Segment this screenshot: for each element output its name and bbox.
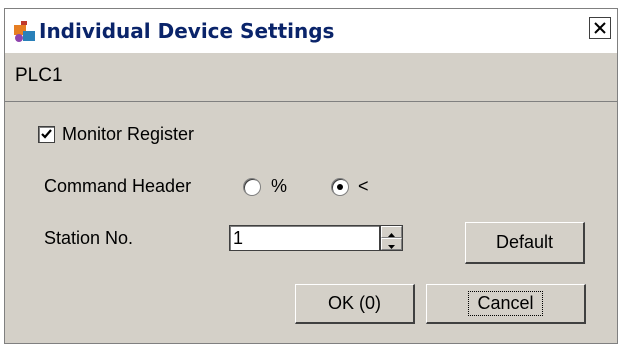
command-header-radio-percent[interactable] (243, 178, 261, 196)
window-title: Individual Device Settings (39, 19, 335, 43)
default-button[interactable]: Default (465, 222, 585, 264)
command-header-radio-lt[interactable] (331, 178, 349, 196)
ok-button[interactable]: OK (0) (295, 284, 415, 324)
chevron-down-icon (388, 245, 395, 249)
radio-selected-dot (337, 184, 343, 190)
spin-down-button[interactable] (381, 238, 402, 250)
default-button-label: Default (495, 232, 554, 252)
close-icon (594, 22, 606, 34)
cancel-button[interactable]: Cancel (426, 284, 586, 324)
station-no-spinner[interactable] (380, 225, 403, 251)
command-header-label: Command Header (44, 176, 192, 196)
monitor-register-checkbox[interactable] (38, 126, 55, 143)
device-header: PLC1 (5, 53, 617, 102)
spin-up-button[interactable] (381, 226, 402, 238)
command-header-option-percent: % (271, 176, 288, 196)
command-header-option-lt: < (358, 176, 369, 196)
title-bar: Individual Device Settings (5, 9, 617, 53)
monitor-register-label: Monitor Register (62, 124, 195, 144)
cancel-button-label: Cancel (468, 291, 543, 316)
settings-icon (11, 19, 37, 45)
ok-button-label: OK (0) (327, 293, 381, 313)
station-no-label: Station No. (44, 228, 134, 248)
close-button[interactable] (589, 17, 611, 39)
check-icon (41, 129, 52, 139)
device-name: PLC1 (15, 65, 63, 86)
station-no-input[interactable] (229, 225, 380, 251)
